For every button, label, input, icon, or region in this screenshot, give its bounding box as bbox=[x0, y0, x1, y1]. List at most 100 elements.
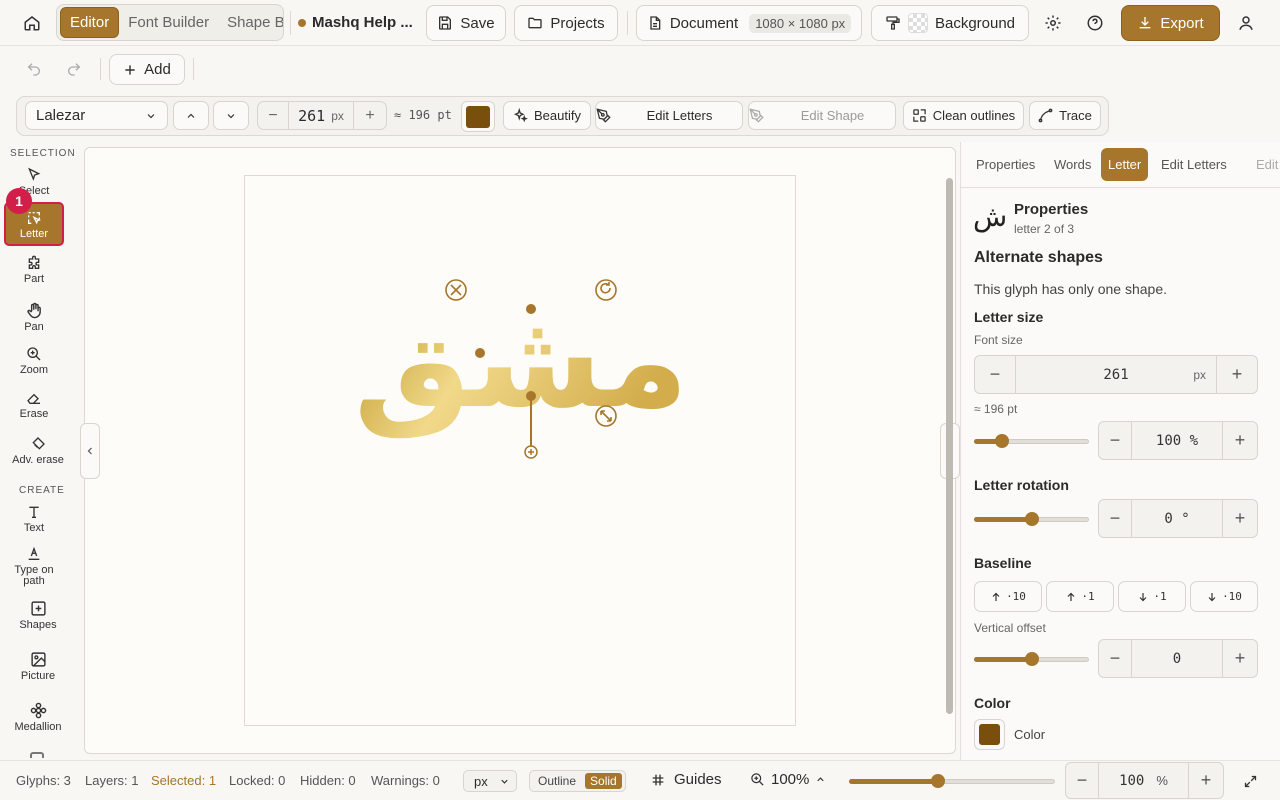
edit-letters-button[interactable]: Edit Letters bbox=[595, 101, 743, 130]
zoom-in-button[interactable]: + bbox=[1189, 763, 1223, 798]
tab-words[interactable]: Words bbox=[1047, 148, 1098, 181]
square-plus-icon bbox=[30, 601, 46, 616]
zoom-out-button[interactable]: − bbox=[1066, 763, 1098, 798]
settings-button[interactable] bbox=[1036, 5, 1070, 41]
scan-icon bbox=[913, 109, 926, 122]
resize-handle-icon[interactable] bbox=[595, 405, 617, 427]
collapse-left-panel-button[interactable] bbox=[80, 423, 100, 479]
mode-editor[interactable]: Editor bbox=[60, 7, 120, 38]
next-font-button[interactable] bbox=[213, 101, 249, 130]
shapes-tool[interactable]: Shapes bbox=[12, 600, 64, 631]
tab-edit[interactable]: Edit bbox=[1249, 148, 1280, 181]
erase-tool[interactable]: Erase bbox=[10, 390, 58, 420]
vertical-offset-slider[interactable] bbox=[974, 651, 1089, 667]
picture-tool[interactable]: Picture bbox=[12, 651, 64, 682]
font-select[interactable]: Lalezar bbox=[25, 101, 168, 130]
chevron-up-icon bbox=[817, 777, 825, 782]
tab-properties[interactable]: Properties bbox=[969, 148, 1042, 181]
offset-decrease[interactable]: − bbox=[1099, 640, 1131, 677]
previous-font-button[interactable] bbox=[173, 101, 209, 130]
zoom-tool[interactable]: Zoom bbox=[10, 346, 58, 376]
rotation-increase[interactable]: + bbox=[1223, 500, 1257, 537]
scale-increase[interactable]: + bbox=[1223, 422, 1257, 459]
edit-shape-button[interactable]: Edit Shape bbox=[748, 101, 896, 130]
letter-color-swatch[interactable] bbox=[974, 719, 1005, 750]
tab-edit-letters[interactable]: Edit Letters bbox=[1154, 148, 1234, 181]
rotate-handle-icon[interactable] bbox=[595, 279, 617, 301]
canvas-scrollbar[interactable] bbox=[946, 178, 953, 714]
projects-button[interactable]: Projects bbox=[514, 5, 618, 41]
baseline-down-1-button[interactable]: ·1 bbox=[1118, 581, 1186, 612]
font-size-decrease[interactable]: − bbox=[258, 107, 288, 125]
hidden-count: Hidden: 0 bbox=[300, 773, 356, 788]
color-heading: Color bbox=[974, 695, 1011, 711]
solid-mode-option[interactable]: Solid bbox=[585, 773, 622, 789]
flower-icon bbox=[30, 702, 46, 719]
redo-button[interactable] bbox=[60, 54, 88, 84]
pen-tool-icon bbox=[596, 108, 611, 123]
export-button[interactable]: Export bbox=[1121, 5, 1220, 41]
zoom-stepper: − 100% + bbox=[1065, 762, 1224, 799]
scale-decrease[interactable]: − bbox=[1099, 422, 1131, 459]
text-tool[interactable]: Text bbox=[10, 504, 58, 534]
zoom-input[interactable]: 100% bbox=[1098, 763, 1189, 798]
outline-mode-option[interactable]: Outline bbox=[533, 774, 581, 788]
letter-size-increase[interactable]: + bbox=[1217, 356, 1257, 393]
offset-increase[interactable]: + bbox=[1223, 640, 1257, 677]
rotation-decrease[interactable]: − bbox=[1099, 500, 1131, 537]
letter-size-decrease[interactable]: − bbox=[975, 356, 1015, 393]
pan-tool[interactable]: Pan bbox=[10, 302, 58, 333]
redo-icon bbox=[68, 63, 81, 76]
clean-outlines-button[interactable]: Clean outlines bbox=[903, 101, 1024, 130]
trace-button[interactable]: Trace bbox=[1029, 101, 1101, 130]
letter-size-heading: Letter size bbox=[974, 309, 1044, 325]
guides-toggle[interactable]: Guides bbox=[650, 771, 722, 788]
offset-slider-knob[interactable] bbox=[1024, 652, 1039, 666]
scale-slider[interactable] bbox=[974, 433, 1089, 449]
letter-size-input[interactable]: 261 px bbox=[1015, 356, 1217, 393]
add-button[interactable]: Add bbox=[109, 54, 185, 85]
scale-input[interactable]: 100 % bbox=[1131, 422, 1223, 459]
offset-input[interactable]: 0 bbox=[1131, 640, 1223, 677]
arrow-down-icon bbox=[1208, 592, 1216, 601]
font-size-value[interactable]: 261 px bbox=[288, 102, 354, 129]
baseline-down-10-button[interactable]: ·10 bbox=[1190, 581, 1258, 612]
background-button[interactable]: Background bbox=[871, 5, 1029, 41]
undo-button[interactable] bbox=[20, 54, 48, 84]
zoom-slider-knob[interactable] bbox=[930, 774, 945, 788]
font-size-stepper: − 261 px + bbox=[257, 101, 387, 130]
baseline-up-1-button[interactable]: ·1 bbox=[1046, 581, 1114, 612]
account-button[interactable] bbox=[1229, 5, 1263, 41]
beautify-button[interactable]: Beautify bbox=[503, 101, 591, 130]
unit-select[interactable]: px bbox=[463, 770, 517, 792]
medallion-tool[interactable]: Medallion bbox=[8, 702, 68, 733]
letter-color-fill bbox=[979, 724, 1000, 745]
advanced-erase-tool[interactable]: Adv. erase bbox=[6, 436, 70, 466]
rotation-slider[interactable] bbox=[974, 511, 1089, 527]
delete-handle-icon[interactable] bbox=[445, 279, 467, 301]
help-button[interactable] bbox=[1078, 5, 1112, 41]
rotation-slider-knob[interactable] bbox=[1024, 512, 1039, 526]
scale-slider-knob[interactable] bbox=[994, 434, 1009, 448]
create-header: CREATE bbox=[19, 485, 65, 496]
mode-shape-builder[interactable]: Shape Builder bbox=[218, 7, 283, 38]
font-size-increase[interactable]: + bbox=[354, 107, 386, 125]
part-tool[interactable]: Part bbox=[10, 255, 58, 285]
fullscreen-button[interactable] bbox=[1236, 767, 1264, 795]
save-button[interactable]: Save bbox=[426, 5, 506, 41]
home-button[interactable] bbox=[14, 5, 50, 41]
tool-panel: SELECTION Select Letter 1 Part Pan Zoom … bbox=[0, 140, 80, 760]
hand-icon bbox=[26, 302, 41, 319]
pt-readout: ≈ 196 pt bbox=[394, 108, 452, 122]
text-color-swatch[interactable] bbox=[461, 101, 495, 132]
zoom-fit-toggle[interactable]: 100% bbox=[750, 771, 826, 788]
project-title[interactable]: Mashq Help ... bbox=[298, 14, 413, 31]
zoom-slider[interactable] bbox=[849, 773, 1055, 789]
document-button[interactable]: Document 1080 × 1080 px bbox=[636, 5, 862, 41]
artboard[interactable]: مشق bbox=[244, 175, 796, 726]
type-on-path-tool[interactable]: Type on path bbox=[8, 546, 60, 587]
mode-font-builder[interactable]: Font Builder bbox=[119, 7, 218, 38]
baseline-up-10-button[interactable]: ·10 bbox=[974, 581, 1042, 612]
tab-letter[interactable]: Letter bbox=[1101, 148, 1149, 181]
rotation-input[interactable]: 0 ° bbox=[1131, 500, 1223, 537]
